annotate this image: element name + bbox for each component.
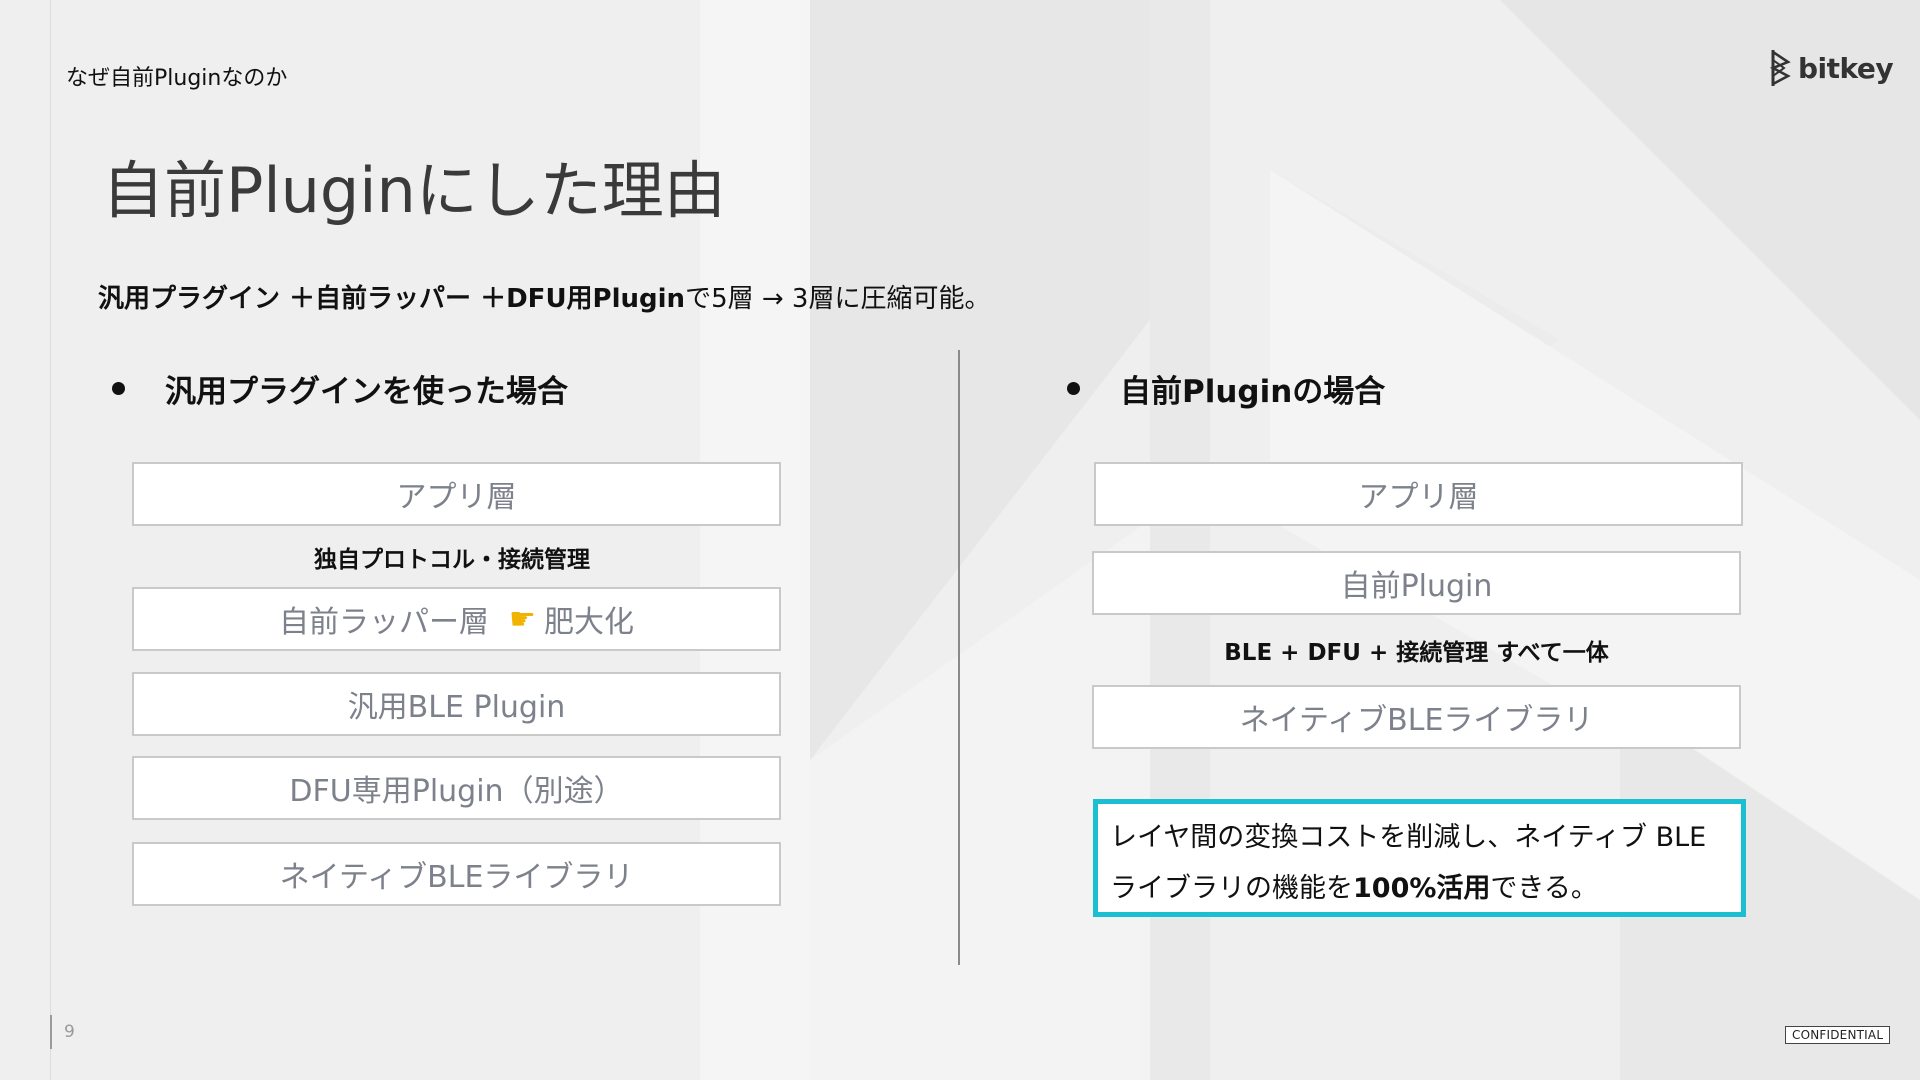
summary-rest: で5層 → 3層に圧縮可能。 [685,284,991,314]
right-layer-app: アプリ層 [1094,462,1743,526]
page-number: 9 [64,1022,75,1042]
summary-bold: 汎用プラグイン ＋自前ラッパー ＋DFU用Plugin [98,284,686,314]
left-layer-generic-ble: 汎用BLE Plugin [132,672,781,736]
left-layer-wrapper: 自前ラッパー層 ☛ 肥大化 [132,587,781,651]
logo-text: bitkey [1798,51,1894,85]
page-title: 自前Pluginにした理由 [102,154,726,227]
page-number-marker [50,1015,52,1049]
right-note: BLE + DFU + 接続管理 すべて一体 [1224,640,1609,666]
bullet-icon [1067,382,1080,395]
left-column-heading: 汎用プラグインを使った場合 [112,366,568,411]
left-layer-app: アプリ層 [132,462,781,526]
right-layer-native-ble: ネイティブBLEライブラリ [1092,685,1741,749]
bullet-icon [112,382,125,395]
left-layer-dfu: DFU専用Plugin（別途） [132,756,781,820]
left-margin-line [50,0,51,1080]
left-layer-native-ble: ネイティブBLEライブラリ [132,842,781,906]
pointing-hand-icon: ☛ [509,601,536,637]
wrapper-flag: 肥大化 [543,605,634,640]
column-divider [958,350,960,965]
section-label: なぜ自前Pluginなのか [66,66,288,91]
left-note: 独自プロトコル・接続管理 [314,547,590,573]
confidential-badge: CONFIDENTIAL [1785,1026,1891,1044]
slide: なぜ自前Pluginなのか bitkey 自前Pluginにした理由 汎用プラグ… [0,0,1920,1080]
callout-bold: 100%活用 [1353,873,1491,904]
right-layer-own-plugin: 自前Plugin [1092,551,1741,615]
conclusion-callout: レイヤ間の変換コストを削減し、ネイティブ BLE ライブラリの機能を100%活用… [1093,799,1746,917]
logo: bitkey [1770,48,1894,88]
bitkey-logo-icon [1770,50,1791,86]
summary-text: 汎用プラグイン ＋自前ラッパー ＋DFU用Pluginで5層 → 3層に圧縮可能… [98,278,990,315]
right-column-heading: 自前Pluginの場合 [1067,366,1385,411]
